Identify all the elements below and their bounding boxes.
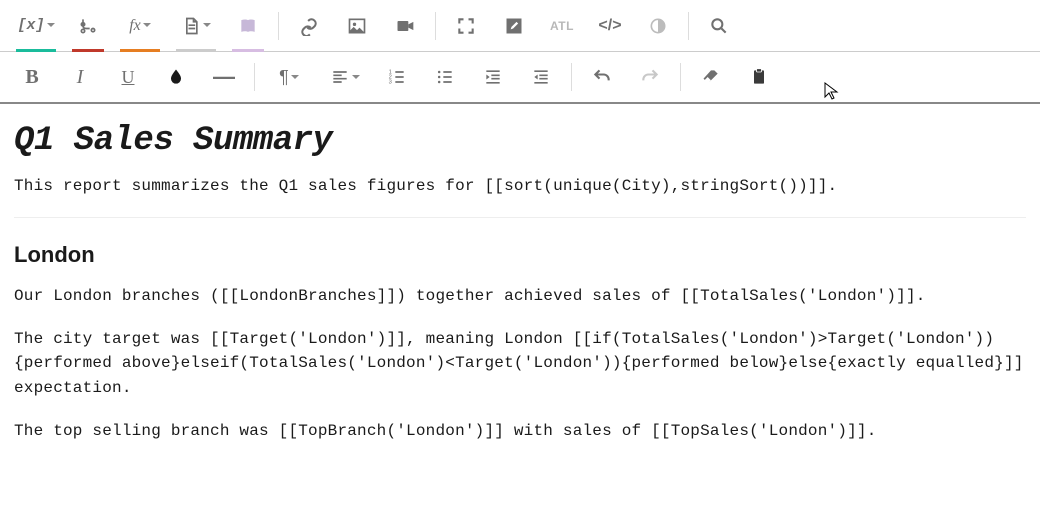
document-title: Q1 Sales Summary (14, 122, 1026, 160)
indent-icon (483, 67, 503, 87)
separator (688, 12, 689, 40)
book-icon (238, 16, 258, 36)
eraser-button[interactable] (691, 57, 731, 97)
undo-button[interactable] (582, 57, 622, 97)
underline-button[interactable]: U (108, 57, 148, 97)
indent-button[interactable] (473, 57, 513, 97)
unordered-list-button[interactable] (425, 57, 465, 97)
italic-button[interactable]: I (60, 57, 100, 97)
drop-icon (166, 67, 186, 87)
alt-text-button[interactable]: ATL (542, 6, 582, 46)
video-icon (395, 16, 415, 36)
document-icon (181, 16, 201, 36)
variable-button[interactable]: [x] (12, 6, 60, 46)
strikethrough-button[interactable]: — (204, 57, 244, 97)
separator (680, 63, 681, 91)
paragraph-1: Our London branches ([[LondonBranches]])… (14, 284, 1026, 309)
eraser-icon (701, 67, 721, 87)
paragraph-button[interactable]: ¶ (265, 57, 313, 97)
ordered-list-button[interactable]: 123 (377, 57, 417, 97)
branch-icon (78, 16, 98, 36)
clipboard-button[interactable] (739, 57, 779, 97)
link-icon (299, 16, 319, 36)
ordered-list-icon: 123 (387, 67, 407, 87)
alt-label: ATL (550, 19, 574, 33)
color-drop-button[interactable] (156, 57, 196, 97)
video-button[interactable] (385, 6, 425, 46)
intro-paragraph: This report summarizes the Q1 sales figu… (14, 174, 1026, 199)
branch-button[interactable] (68, 6, 108, 46)
toolbar-row-2: B I U — ¶ 123 (0, 52, 1040, 104)
outdent-button[interactable] (521, 57, 561, 97)
outdent-icon (531, 67, 551, 87)
image-icon (347, 16, 367, 36)
editor-content[interactable]: Q1 Sales Summary This report summarizes … (0, 104, 1040, 480)
separator (254, 63, 255, 91)
search-button[interactable] (699, 6, 739, 46)
book-button[interactable] (228, 6, 268, 46)
edit-icon (504, 16, 524, 36)
align-button[interactable] (321, 57, 369, 97)
separator (435, 12, 436, 40)
redo-button[interactable] (630, 57, 670, 97)
code-button[interactable]: </> (590, 6, 630, 46)
edit-block-button[interactable] (494, 6, 534, 46)
search-icon (709, 16, 729, 36)
svg-text:3: 3 (389, 80, 392, 86)
redo-icon (640, 67, 660, 87)
document-button[interactable] (172, 6, 220, 46)
align-icon (330, 67, 350, 87)
section-divider (14, 217, 1026, 218)
paragraph-3: The top selling branch was [[TopBranch('… (14, 419, 1026, 444)
paragraph-2: The city target was [[Target('London')]]… (14, 327, 1026, 401)
clipboard-icon (749, 67, 769, 87)
separator (278, 12, 279, 40)
contrast-icon (648, 16, 668, 36)
undo-icon (592, 67, 612, 87)
separator (571, 63, 572, 91)
section-heading: London (14, 242, 1026, 268)
toolbar-row-1: [x] fx ATL </> (0, 0, 1040, 52)
fullscreen-icon (456, 16, 476, 36)
bold-button[interactable]: B (12, 57, 52, 97)
image-button[interactable] (337, 6, 377, 46)
fullscreen-button[interactable] (446, 6, 486, 46)
contrast-button[interactable] (638, 6, 678, 46)
function-button[interactable]: fx (116, 6, 164, 46)
link-button[interactable] (289, 6, 329, 46)
unordered-list-icon (435, 67, 455, 87)
